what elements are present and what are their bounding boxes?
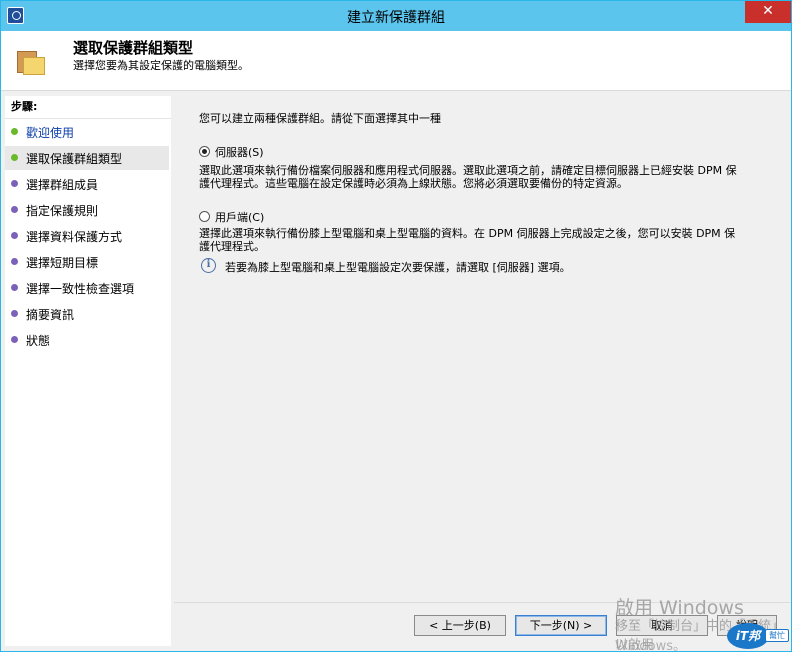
server-radio[interactable] bbox=[199, 146, 210, 157]
step-select-group-type[interactable]: 選取保護群組類型 bbox=[5, 146, 169, 170]
steps-sidebar: 步驟: 歡迎使用 選取保護群組類型 選擇群組成員 指定保護規則 選擇資料保護方式… bbox=[5, 96, 171, 646]
info-icon: i bbox=[201, 258, 216, 273]
step-protection-rules: 指定保護規則 bbox=[5, 198, 169, 222]
step-label: 狀態 bbox=[26, 334, 51, 348]
server-option-label[interactable]: 伺服器(S) bbox=[215, 144, 264, 160]
description-line: 選擇此選項來執行備份膝上型電腦和桌上型電腦的資料。在 DPM 伺服器上完成設定之… bbox=[199, 227, 736, 240]
next-button[interactable]: 下一步(N) > bbox=[515, 615, 607, 636]
step-label: 歡迎使用 bbox=[26, 126, 75, 140]
window-title: 建立新保護群組 bbox=[347, 10, 445, 26]
step-label: 選擇短期目標 bbox=[26, 256, 99, 270]
step-label: 摘要資訊 bbox=[26, 308, 75, 322]
activation-watermark-sub2: Windows。 bbox=[615, 639, 687, 652]
step-pending-icon bbox=[11, 258, 18, 265]
steps-divider bbox=[5, 118, 171, 119]
step-consistency-check: 選擇一致性檢查選項 bbox=[5, 276, 169, 300]
ithome-logo: iT邦 幫忙 bbox=[727, 623, 789, 649]
logo-main: iT邦 bbox=[727, 623, 769, 649]
page-title: 選取保護群組類型 bbox=[73, 39, 194, 57]
step-select-members: 選擇群組成員 bbox=[5, 172, 169, 196]
client-option-description: 選擇此選項來執行備份膝上型電腦和桌上型電腦的資料。在 DPM 伺服器上完成設定之… bbox=[199, 227, 789, 253]
step-summary: 摘要資訊 bbox=[5, 302, 169, 326]
server-option-description: 選取此選項來執行備份檔案伺服器和應用程式伺服器。選取此選項之前，請確定目標伺服器… bbox=[199, 164, 789, 190]
step-label: 選取保護群組類型 bbox=[26, 152, 123, 166]
step-pending-icon bbox=[11, 310, 18, 317]
title-bar[interactable]: 建立新保護群組 ✕ bbox=[1, 1, 791, 31]
wizard-window: 建立新保護群組 ✕ 選取保護群組類型 選擇您要為其設定保護的電腦類型。 步驟: … bbox=[0, 0, 792, 652]
step-status: 狀態 bbox=[5, 328, 169, 352]
step-pending-icon bbox=[11, 336, 18, 343]
step-pending-icon bbox=[11, 206, 18, 213]
step-current-icon bbox=[11, 154, 18, 161]
step-label: 指定保護規則 bbox=[26, 204, 99, 218]
step-welcome[interactable]: 歡迎使用 bbox=[5, 120, 169, 144]
info-text: 若要為膝上型電腦和桌上型電腦設定次要保護，請選取 [伺服器] 選項。 bbox=[225, 261, 571, 274]
step-pending-icon bbox=[11, 180, 18, 187]
wizard-content: 您可以建立兩種保護群組。請從下面選擇其中一種 伺服器(S) 選取此選項來執行備份… bbox=[174, 96, 791, 601]
step-short-term-goals: 選擇短期目標 bbox=[5, 250, 169, 274]
description-line: 護代理程式。 bbox=[199, 240, 265, 253]
step-label: 選擇一致性檢查選項 bbox=[26, 282, 135, 296]
back-button[interactable]: < 上一步(B) bbox=[414, 615, 506, 636]
step-label: 選擇資料保護方式 bbox=[26, 230, 123, 244]
description-line: 選取此選項來執行備份檔案伺服器和應用程式伺服器。選取此選項之前，請確定目標伺服器… bbox=[199, 164, 737, 177]
steps-label: 步驟: bbox=[11, 100, 38, 113]
wizard-header: 選取保護群組類型 選擇您要為其設定保護的電腦類型。 bbox=[1, 31, 791, 91]
page-subtitle: 選擇您要為其設定保護的電腦類型。 bbox=[73, 59, 249, 72]
step-label: 選擇群組成員 bbox=[26, 178, 99, 192]
step-complete-icon bbox=[11, 128, 18, 135]
client-radio[interactable] bbox=[199, 211, 210, 222]
step-data-protection-method: 選擇資料保護方式 bbox=[5, 224, 169, 248]
folder-icon bbox=[17, 51, 45, 75]
close-button[interactable]: ✕ bbox=[745, 1, 791, 23]
client-option-label[interactable]: 用戶端(C) bbox=[215, 209, 264, 225]
step-pending-icon bbox=[11, 284, 18, 291]
logo-tag: 幫忙 bbox=[765, 629, 789, 642]
description-line: 護代理程式。這些電腦在設定保護時必須為上線狀態。您將必須選取要備份的特定資源。 bbox=[199, 177, 628, 190]
intro-text: 您可以建立兩種保護群組。請從下面選擇其中一種 bbox=[199, 112, 441, 125]
step-pending-icon bbox=[11, 232, 18, 239]
